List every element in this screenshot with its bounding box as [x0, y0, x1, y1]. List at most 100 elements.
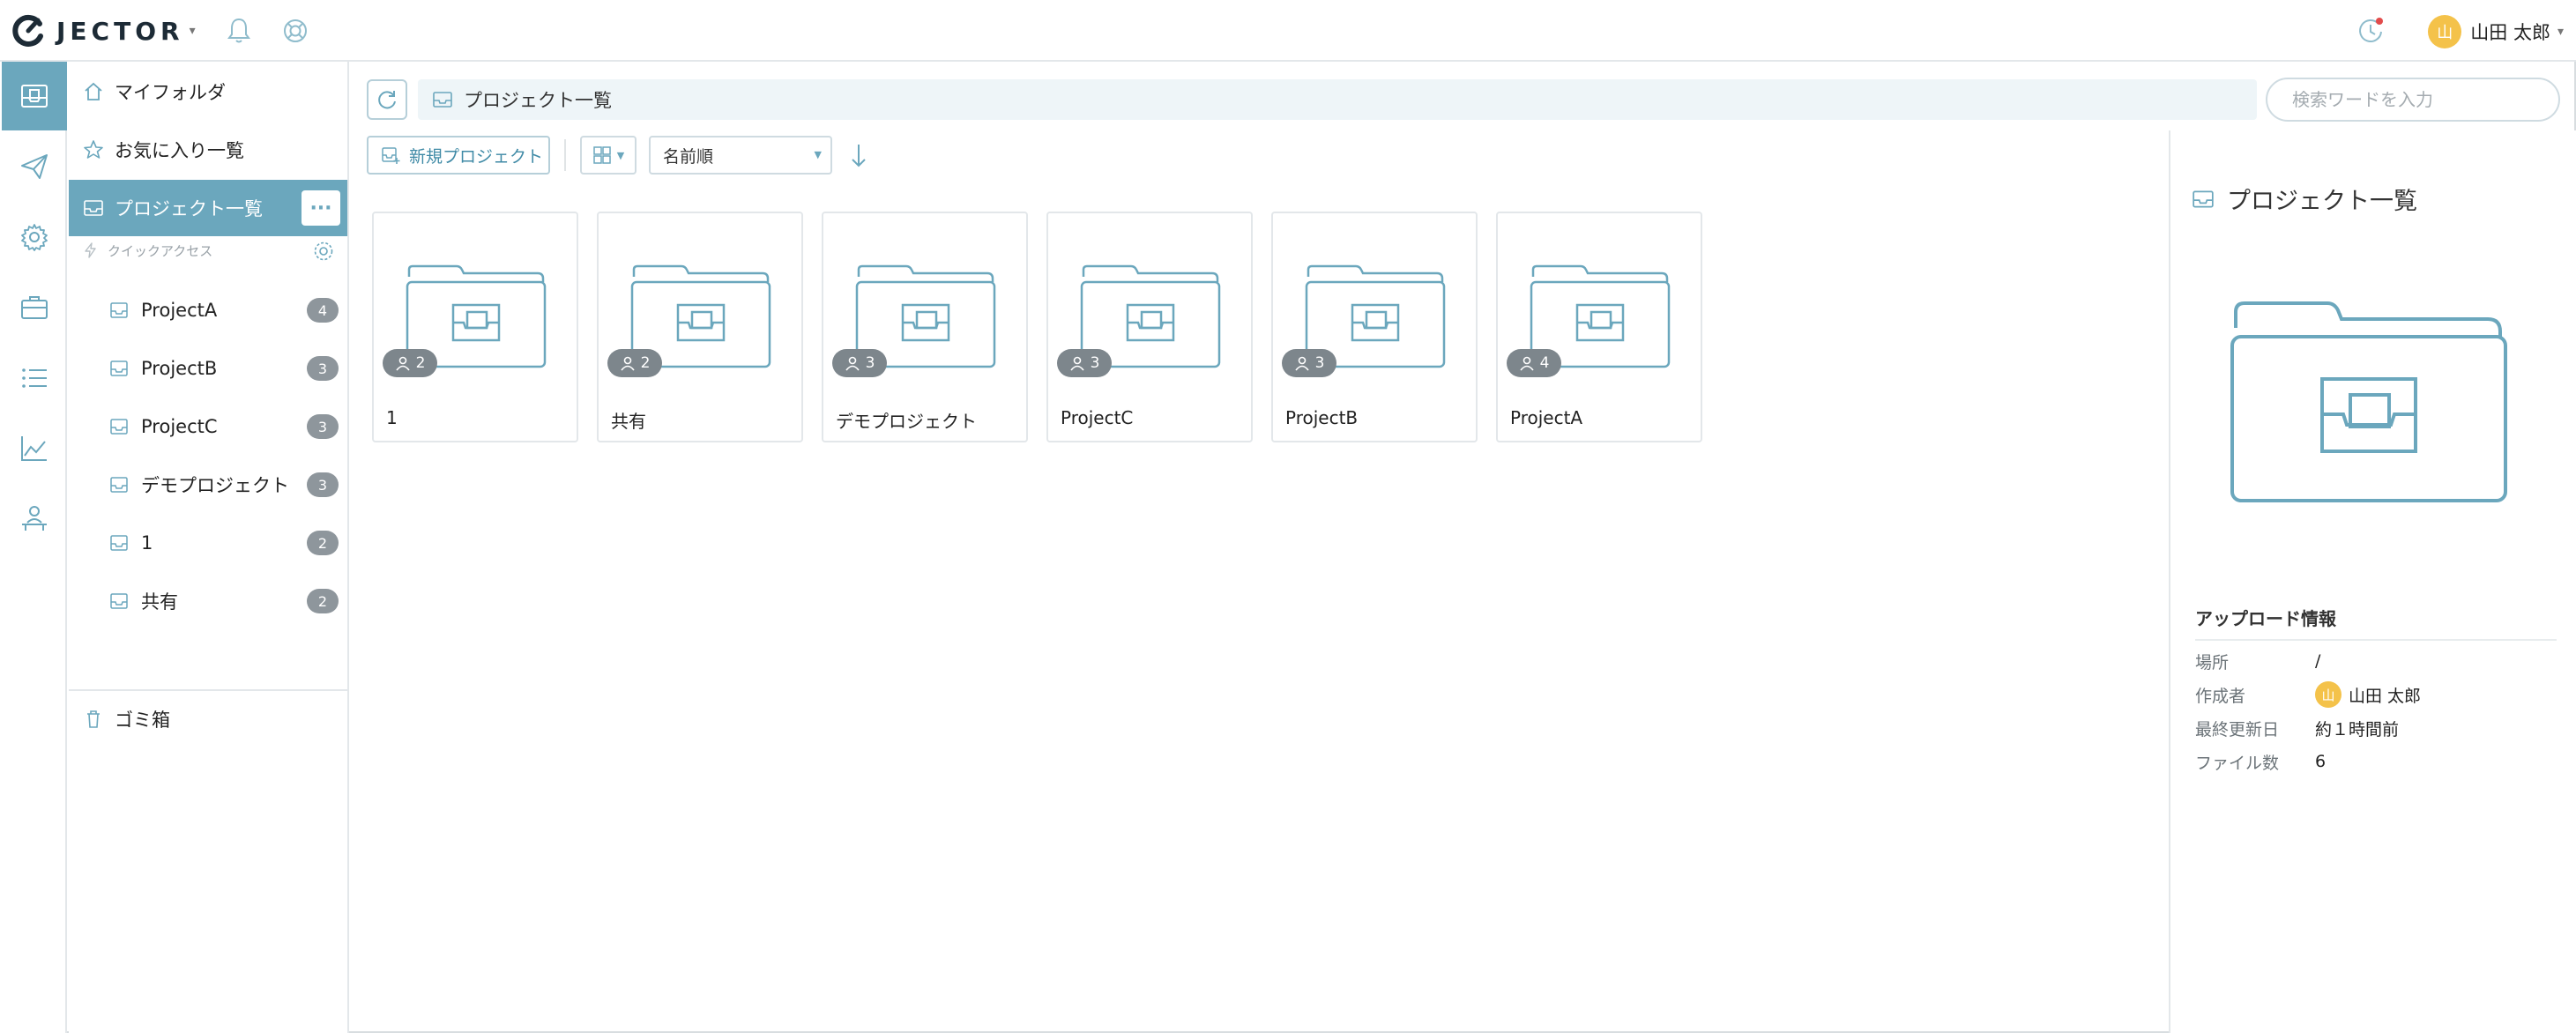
breadcrumb: プロジェクト一覧: [418, 79, 2257, 120]
sidebar-item-projects[interactable]: プロジェクト一覧 ···: [69, 180, 347, 236]
quick-access-label: ProjectC: [141, 416, 218, 437]
project-box-icon: [110, 593, 128, 609]
project-box-icon: [110, 360, 128, 376]
caret-down-icon: ▼: [616, 149, 625, 161]
project-card[interactable]: 2 共有: [597, 212, 803, 442]
user-icon: [845, 356, 860, 371]
caret-down-icon: ▼: [814, 149, 822, 160]
member-count: 4: [1539, 354, 1550, 372]
sidebar-item-label: お気に入り一覧: [115, 140, 244, 161]
new-project-button[interactable]: 新規プロジェクト: [367, 136, 550, 175]
icon-rail: [0, 62, 67, 1033]
info-label: 作成者: [2195, 686, 2246, 706]
panel-title-text: プロジェクト一覧: [2227, 188, 2417, 215]
rail-inbox[interactable]: [2, 62, 67, 130]
rail-chart[interactable]: [2, 414, 67, 483]
user-icon: [395, 356, 410, 371]
project-folder-icon: [2230, 301, 2507, 502]
upload-info-heading: アップロード情報: [2195, 605, 2557, 641]
quick-access-item[interactable]: 1 2: [69, 515, 347, 571]
project-card[interactable]: 3 ProjectB: [1271, 212, 1478, 442]
divider: [564, 139, 566, 171]
quick-access-item[interactable]: 共有 2: [69, 573, 347, 629]
sidebar: マイフォルダ お気に入り一覧 プロジェクト一覧 ··· クイックアクセス Pro…: [69, 62, 349, 1033]
project-name: デモプロジェクト: [836, 411, 977, 432]
quick-access-item[interactable]: ProjectC 3: [69, 398, 347, 455]
project-card[interactable]: 2 1: [372, 212, 578, 442]
sidebar-item-label: ゴミ箱: [115, 710, 170, 731]
sort-select[interactable]: 名前順 ▼: [649, 136, 832, 175]
home-icon: [85, 82, 102, 100]
user-menu[interactable]: 山 山田 太郎 ▾: [2428, 14, 2564, 49]
logo-icon: [12, 14, 43, 47]
gear-icon[interactable]: [312, 240, 335, 263]
rail-send[interactable]: [2, 132, 67, 201]
notification-bell-icon[interactable]: [224, 16, 254, 46]
info-value: 約１時間前: [2315, 719, 2400, 739]
sort-label: 名前順: [663, 146, 714, 167]
add-project-icon: [382, 147, 400, 164]
user-icon: [620, 356, 635, 371]
member-count-badge: 2: [383, 349, 437, 377]
activity-clock-icon[interactable]: [2356, 16, 2386, 46]
user-icon: [1294, 356, 1309, 371]
rail-org[interactable]: [2, 485, 67, 554]
app-logo[interactable]: JECTOR ▾: [11, 12, 196, 49]
quick-access-label: 共有: [141, 591, 178, 613]
send-icon: [21, 154, 48, 179]
view-mode-dropdown[interactable]: ▼: [580, 136, 637, 175]
project-box-icon: [110, 302, 128, 318]
sidebar-item-label: プロジェクト一覧: [115, 198, 263, 219]
chevron-down-icon: ▾: [2557, 25, 2564, 39]
project-box-icon: [84, 200, 103, 216]
count-badge: 2: [307, 589, 339, 613]
info-value: 山 山田 太郎: [2315, 681, 2421, 708]
info-value: 6: [2315, 752, 2327, 771]
logo-text: JECTOR: [56, 16, 184, 46]
project-box-icon: [110, 535, 128, 551]
refresh-icon: [378, 91, 396, 109]
quick-access-label: 1: [141, 532, 153, 554]
quick-access-item[interactable]: ProjectB 3: [69, 340, 347, 397]
sidebar-item-label: マイフォルダ: [115, 82, 226, 103]
member-count: 3: [865, 354, 875, 372]
creator-name: 山田 太郎: [2349, 686, 2422, 706]
lightning-icon: [85, 242, 96, 258]
count-badge: 3: [307, 414, 339, 439]
sidebar-item-trash[interactable]: ゴミ箱: [69, 691, 347, 747]
breadcrumb-label[interactable]: プロジェクト一覧: [464, 86, 612, 113]
rail-briefcase[interactable]: [2, 273, 67, 342]
member-count-badge: 3: [1282, 349, 1336, 377]
settings-icon: [21, 224, 48, 251]
info-row-file-count: ファイル数 6: [2195, 746, 2557, 777]
list-icon: [22, 368, 47, 388]
quick-access-item[interactable]: デモプロジェクト 3: [69, 457, 347, 513]
chevron-down-icon: ▾: [189, 24, 196, 38]
help-lifebuoy-icon[interactable]: [280, 16, 310, 46]
info-row-location: 場所 /: [2195, 645, 2557, 677]
member-count: 3: [1314, 354, 1325, 372]
new-project-label: 新規プロジェクト: [409, 146, 544, 167]
sidebar-item-favorites[interactable]: お気に入り一覧: [69, 122, 347, 178]
avatar: 山: [2428, 15, 2462, 48]
count-badge: 3: [307, 356, 339, 381]
project-card[interactable]: 3 ProjectC: [1046, 212, 1253, 442]
project-card[interactable]: 4 ProjectA: [1496, 212, 1702, 442]
more-options-button[interactable]: ···: [302, 190, 340, 226]
count-badge: 3: [307, 472, 339, 497]
quick-access-header: クイックアクセス: [69, 234, 347, 266]
search-input[interactable]: [2266, 78, 2560, 122]
detail-panel: プロジェクト一覧 アップロード情報 場所 / 作成者 山 山田 太郎 最終更新日…: [2169, 130, 2576, 1033]
panel-title: プロジェクト一覧: [2192, 182, 2417, 216]
info-label: 最終更新日: [2195, 719, 2280, 739]
sidebar-item-my-folder[interactable]: マイフォルダ: [69, 63, 347, 120]
refresh-button[interactable]: [367, 79, 407, 120]
sort-descending-arrow-icon[interactable]: [843, 139, 875, 171]
rail-list[interactable]: [2, 344, 67, 412]
project-card[interactable]: 3 デモプロジェクト: [822, 212, 1028, 442]
quick-access-label: ProjectB: [141, 358, 218, 379]
rail-settings[interactable]: [2, 203, 67, 271]
quick-access-item[interactable]: ProjectA 4: [69, 282, 347, 338]
quick-access-label: クイックアクセス: [108, 242, 213, 259]
member-count: 2: [415, 354, 426, 372]
